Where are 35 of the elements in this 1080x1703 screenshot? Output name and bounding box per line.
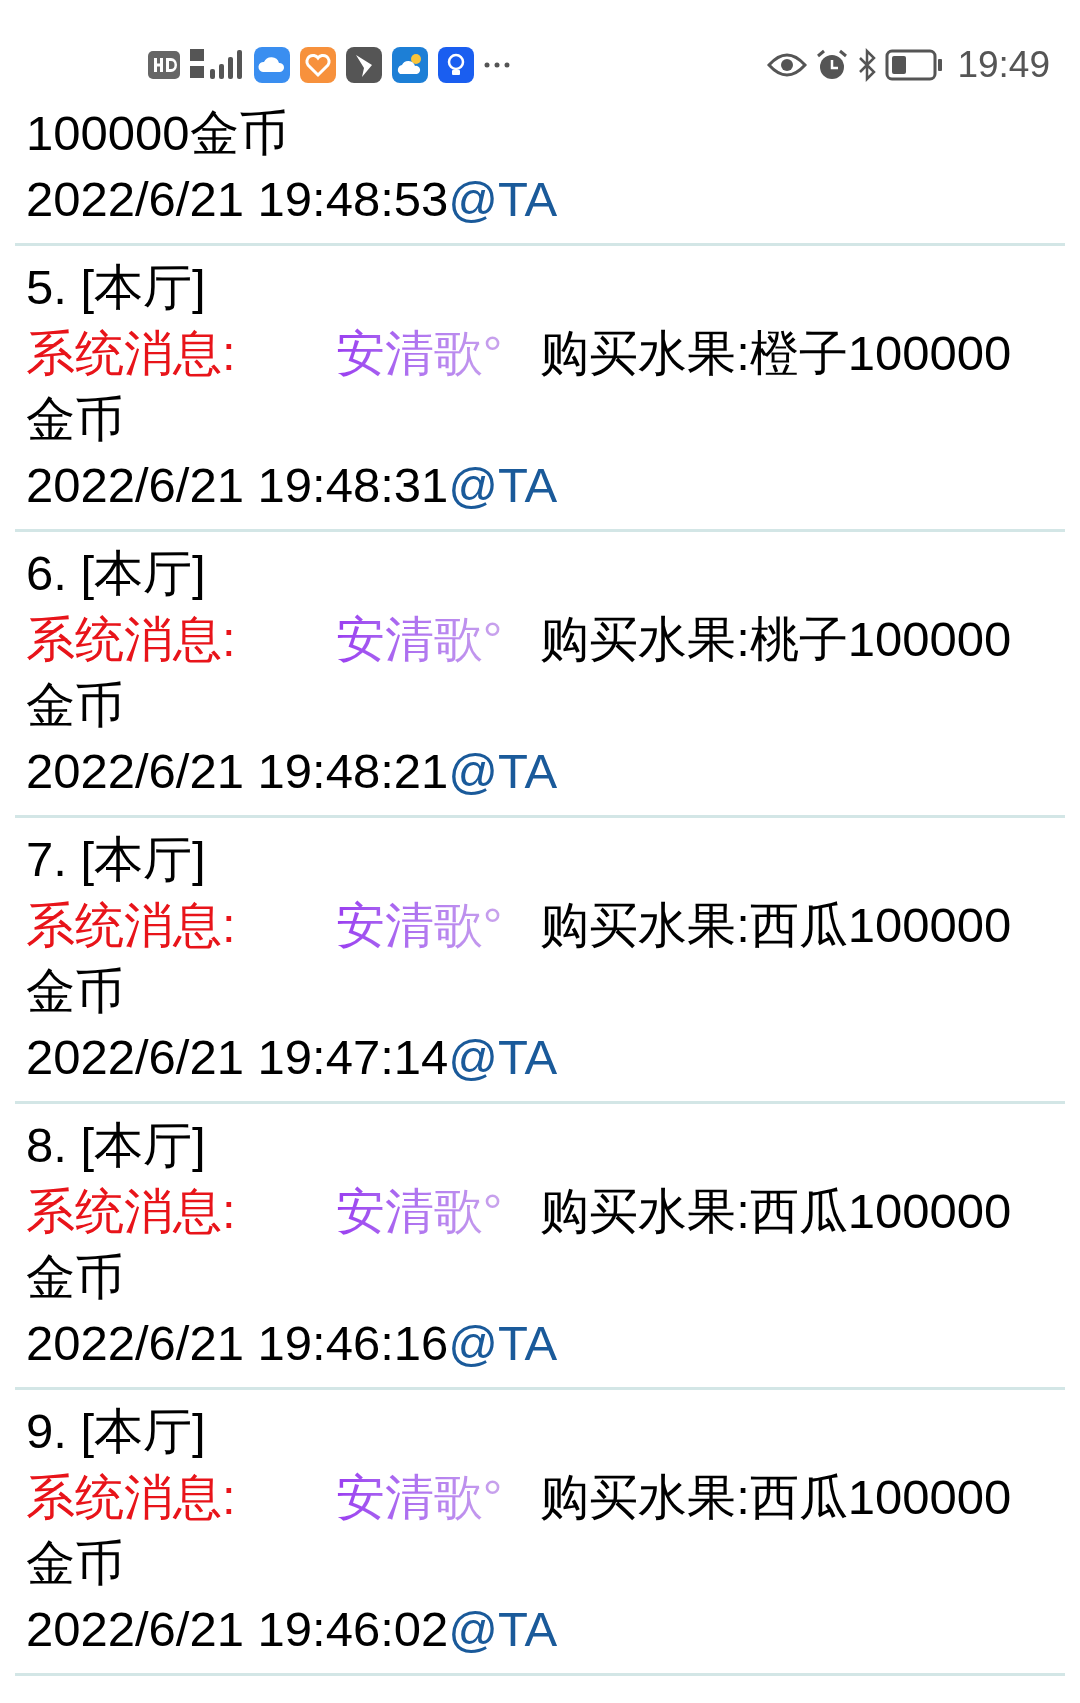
lightbulb-app-icon [438, 47, 474, 83]
cloud-app-icon [254, 47, 290, 83]
status-time: 19:49 [957, 43, 1050, 88]
timestamp: 2022/6/21 19:46:02 [26, 1602, 449, 1656]
system-message: 系统消息: 安清歌° 购买水果:西瓜100000金币 [26, 1183, 1013, 1306]
room-header: 9. [本厅] [26, 1404, 206, 1458]
eye-icon [767, 52, 808, 78]
mention-link[interactable]: @TA [448, 1030, 558, 1084]
system-message: 系统消息: 安清歌° 购买水果:西瓜100000金币 [26, 1469, 1013, 1592]
mention-link[interactable]: @TA [448, 744, 558, 798]
mention-link[interactable]: @TA [448, 172, 558, 226]
bluetooth-icon [857, 48, 878, 82]
timestamp: 2022/6/21 19:46:16 [26, 1316, 449, 1370]
room-header: 6. [本厅] [26, 546, 206, 600]
room-header: 8. [本厅] [26, 1118, 206, 1172]
mention-link[interactable]: @TA [448, 1602, 558, 1656]
room-header: 5. [本厅] [26, 260, 206, 314]
alarm-icon [815, 48, 850, 82]
battery-icon [885, 49, 944, 81]
room-header: 7. [本厅] [26, 832, 206, 886]
timestamp: 2022/6/21 19:48:21 [26, 744, 449, 798]
mention-link[interactable]: @TA [448, 1316, 558, 1370]
timestamp: 2022/6/21 19:48:31 [26, 458, 449, 512]
system-message: 系统消息: 安清歌° 购买水果:桃子100000金币 [26, 611, 1013, 734]
timestamp: 2022/6/21 19:48:53 [26, 172, 449, 226]
hd-icon [148, 51, 180, 79]
weather-app-icon [392, 47, 428, 83]
message-text: 100000金币 [26, 106, 288, 160]
signal-icon [190, 49, 244, 81]
system-message: 系统消息: 安清歌° 购买水果:西瓜100000金币 [26, 897, 1013, 1020]
heart-app-icon [300, 47, 336, 83]
timestamp: 2022/6/21 19:47:14 [26, 1030, 449, 1084]
mention-link[interactable]: @TA [448, 458, 558, 512]
system-message: 系统消息: 安清歌° 购买水果:橙子100000金币 [26, 325, 1013, 448]
more-icon [484, 62, 510, 68]
